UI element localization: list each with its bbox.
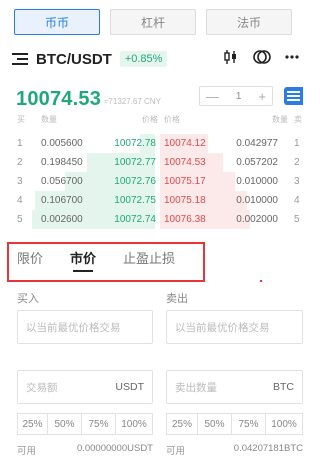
depth-value: 1 xyxy=(235,90,242,102)
depth-view-toggle-icon[interactable] xyxy=(284,87,303,105)
red-dot-marker xyxy=(260,280,262,282)
buy-available-label: 可用 xyxy=(17,446,37,457)
pair-menu-icon[interactable] xyxy=(12,52,28,66)
bid-price: 10072.75 xyxy=(114,195,156,206)
depth-minus-button[interactable]: — xyxy=(206,89,219,104)
orderbook-row[interactable]: 2 0.198450 10072.77 10074.53 0.057202 2 xyxy=(0,153,303,172)
tab-limit[interactable]: 限价 xyxy=(17,250,43,272)
ask-index: 1 xyxy=(294,138,300,149)
sell-section-label: 卖出 xyxy=(166,293,188,305)
orderbook-header: 买 数量 价格 价格 数量 卖 xyxy=(16,114,303,126)
bid-index: 4 xyxy=(17,195,23,206)
tab-market[interactable]: 市价 xyxy=(70,250,96,272)
ask-quantity: 0.010000 xyxy=(236,195,278,206)
buy-available-value: 0.00000000USDT xyxy=(76,443,153,454)
ask-quantity: 0.057202 xyxy=(236,157,278,168)
tab-stop[interactable]: 止盈止损 xyxy=(123,250,175,272)
orderbook-row[interactable]: 4 0.106700 10072.75 10075.18 0.010000 4 xyxy=(0,191,303,210)
sell-amount-field[interactable]: 卖出数量 BTC xyxy=(166,370,303,404)
cny-price: ≈71327.67 CNY xyxy=(104,97,161,106)
sell-amount-unit: BTC xyxy=(273,381,294,393)
sell-amount-placeholder: 卖出数量 xyxy=(175,381,217,394)
ask-index: 5 xyxy=(294,214,300,225)
ask-quantity: 0.042977 xyxy=(236,138,278,149)
bid-quantity: 0.198450 xyxy=(41,157,83,168)
sell-percent-selector: 25% 50% 75% 100% xyxy=(166,413,303,435)
sell-available-value: 0.04207181BTC xyxy=(233,443,303,454)
sell-pct-75-button[interactable]: 75% xyxy=(232,413,266,435)
sell-qty-header: 数量 xyxy=(272,115,288,124)
pair-header: BTC/USDT +0.85% xyxy=(12,48,303,70)
sell-available-label: 可用 xyxy=(166,446,186,457)
price-change-badge: +0.85% xyxy=(119,51,168,67)
sell-price-placeholder: 以当前最优价格交易 xyxy=(175,321,270,334)
sell-pct-100-button[interactable]: 100% xyxy=(266,413,303,435)
bid-index: 1 xyxy=(17,138,23,149)
sell-pct-50-button[interactable]: 50% xyxy=(198,413,232,435)
buy-amount-unit: USDT xyxy=(115,381,144,393)
ask-index: 3 xyxy=(294,176,300,187)
last-price: 10074.53 xyxy=(16,88,102,110)
pair-name[interactable]: BTC/USDT xyxy=(36,51,112,68)
sell-price-header: 价格 xyxy=(164,115,180,124)
ask-price: 10074.53 xyxy=(164,157,206,168)
ask-quantity: 0.002000 xyxy=(236,214,278,225)
buy-qty-header: 数量 xyxy=(41,115,57,124)
orderbook-row[interactable]: 5 0.002600 10072.74 10076.38 0.002000 5 xyxy=(0,210,303,229)
bid-quantity: 0.005600 xyxy=(41,138,83,149)
sell-index-header: 卖 xyxy=(294,115,302,124)
ask-index: 4 xyxy=(294,195,300,206)
bid-price: 10072.77 xyxy=(114,157,156,168)
bid-price: 10072.74 xyxy=(114,214,156,225)
buy-pct-100-button[interactable]: 100% xyxy=(116,413,153,435)
tab-margin[interactable]: 杠杆 xyxy=(110,9,196,35)
bid-price: 10072.78 xyxy=(114,138,156,149)
bid-price: 10072.76 xyxy=(114,176,156,187)
buy-price-placeholder: 以当前最优价格交易 xyxy=(26,321,121,334)
bid-quantity: 0.056700 xyxy=(41,176,83,187)
buy-amount-field[interactable]: 交易额 USDT xyxy=(17,370,153,404)
buy-percent-selector: 25% 50% 75% 100% xyxy=(17,413,153,435)
buy-section-label: 买入 xyxy=(17,293,39,305)
bid-quantity: 0.002600 xyxy=(41,214,83,225)
buy-amount-placeholder: 交易额 xyxy=(26,381,58,394)
bid-index: 3 xyxy=(17,176,23,187)
buy-price-field[interactable]: 以当前最优价格交易 xyxy=(17,310,153,344)
tab-fiat[interactable]: 法币 xyxy=(206,9,292,35)
orderbook-row[interactable]: 1 0.005600 10072.78 10074.12 0.042977 1 xyxy=(0,134,303,153)
ask-index: 2 xyxy=(294,157,300,168)
ask-price: 10075.18 xyxy=(164,195,206,206)
bid-index: 5 xyxy=(17,214,23,225)
market-type-tabs: 币币 杠杆 法币 xyxy=(14,9,292,35)
buy-pct-50-button[interactable]: 50% xyxy=(48,413,82,435)
depth-stepper[interactable]: — 1 + xyxy=(199,86,273,106)
ask-price: 10074.12 xyxy=(164,138,206,149)
sell-price-field[interactable]: 以当前最优价格交易 xyxy=(166,310,303,344)
buy-pct-75-button[interactable]: 75% xyxy=(82,413,116,435)
ask-price: 10075.17 xyxy=(164,176,206,187)
ask-price: 10076.38 xyxy=(164,214,206,225)
bid-quantity: 0.106700 xyxy=(41,195,83,206)
more-icon[interactable] xyxy=(285,49,299,69)
orderbook-row[interactable]: 3 0.056700 10072.76 10075.17 0.010000 3 xyxy=(0,172,303,191)
buy-available: 可用 0.00000000USDT xyxy=(17,443,153,457)
buy-pct-25-button[interactable]: 25% xyxy=(17,413,48,435)
candlestick-chart-icon[interactable] xyxy=(223,49,239,69)
ask-quantity: 0.010000 xyxy=(236,176,278,187)
favorite-icon[interactable] xyxy=(253,49,271,69)
bid-index: 2 xyxy=(17,157,23,168)
tab-spot[interactable]: 币币 xyxy=(14,9,100,35)
sell-available: 可用 0.04207181BTC xyxy=(166,443,303,457)
buy-price-header: 价格 xyxy=(142,115,158,124)
order-type-tabs: 限价 市价 止盈止损 xyxy=(17,250,175,272)
depth-plus-button[interactable]: + xyxy=(258,89,266,104)
sell-pct-25-button[interactable]: 25% xyxy=(166,413,198,435)
buy-index-header: 买 xyxy=(17,115,25,124)
